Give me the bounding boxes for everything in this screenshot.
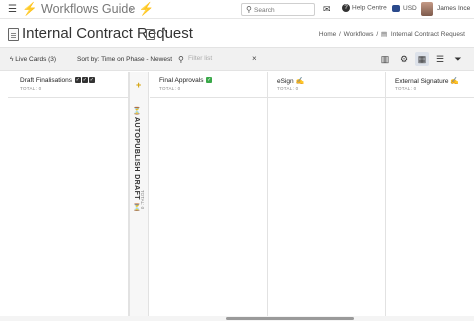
top-bar: ☰ ⚡ Workflows Guide ⚡ › ⚲ ✉ ?Help Centre… — [0, 0, 474, 19]
bolt-icon: ϟ — [10, 56, 14, 63]
gear-icon[interactable]: ⚙ — [397, 52, 411, 66]
scrollbar-thumb[interactable] — [226, 317, 354, 320]
search-icon: ⚲ — [178, 55, 184, 64]
checkbox-icon: ✓ — [88, 77, 95, 84]
breadcrumb-doc-icon: ▤ — [380, 31, 388, 38]
column-final-approvals: Final Approvals ✓ TOTAL: 0 — [150, 72, 268, 318]
column-total: TOTAL: 0 — [159, 86, 181, 91]
column-total: TOTAL: 0 — [395, 86, 417, 91]
filter-input[interactable]: Filter list — [188, 55, 212, 62]
document-icon — [8, 28, 19, 41]
column-title: Final Approvals ✓ — [159, 77, 213, 84]
checkbox-icon: ✓ — [81, 77, 88, 84]
chevron-right-icon[interactable]: › — [130, 4, 133, 14]
filter-funnel-icon[interactable]: ⏷ — [451, 52, 465, 66]
column-title: External Signature ✍ — [395, 78, 460, 85]
currency-label[interactable]: USD — [403, 5, 417, 12]
clear-filter-icon[interactable]: × — [252, 54, 257, 63]
checkbox-icon: ✓ — [74, 77, 81, 84]
help-icon: ? — [342, 4, 350, 12]
avatar[interactable] — [421, 2, 433, 16]
column-header[interactable]: External Signature ✍ TOTAL: 0 — [386, 72, 474, 98]
collapsed-column-title: ⏳ AUTOPUBLISH DRAFT ⏳ — [133, 106, 140, 212]
app-title[interactable]: ⚡ Workflows Guide ⚡ — [22, 2, 154, 17]
column-external-signature: External Signature ✍ TOTAL: 0 — [386, 72, 474, 318]
user-name[interactable]: James Ince — [437, 5, 470, 12]
column-draft-finalisations: Draft Finalisations ✓ ✓ ✓ TOTAL: 0 — [8, 72, 129, 318]
column-header[interactable]: eSign ✍ TOTAL: 0 — [268, 72, 385, 98]
column-title: Draft Finalisations ✓ ✓ ✓ — [20, 77, 95, 84]
column-total: TOTAL: 0 — [277, 86, 299, 91]
mail-icon[interactable]: ✉ — [323, 4, 331, 15]
document-icon[interactable] — [146, 29, 155, 40]
search-input[interactable] — [254, 5, 312, 15]
column-header[interactable]: Final Approvals ✓ TOTAL: 0 — [150, 72, 267, 98]
collapsed-column-autopublish-draft[interactable]: + ⏳ AUTOPUBLISH DRAFT ⏳ TOTAL: 0 — [129, 72, 149, 318]
add-card-icon[interactable]: + — [136, 80, 141, 90]
board-view-icon[interactable]: ▦ — [415, 52, 429, 66]
breadcrumb-workflows[interactable]: Workflows — [344, 31, 374, 38]
column-header[interactable]: Draft Finalisations ✓ ✓ ✓ TOTAL: 0 — [8, 72, 128, 98]
column-esign: eSign ✍ TOTAL: 0 — [268, 72, 386, 318]
board-toolbar: ϟ Live Cards (3) Sort by: Time on Phase … — [0, 47, 474, 71]
column-total: TOTAL: 0 — [20, 86, 42, 91]
column-title: eSign ✍ — [277, 78, 305, 85]
breadcrumb-current: Internal Contract Request — [390, 31, 465, 38]
hamburger-icon[interactable]: ☰ — [8, 4, 17, 15]
live-cards-label: Live Cards (3) — [15, 56, 57, 63]
kanban-board: Draft Finalisations ✓ ✓ ✓ TOTAL: 0 + ⏳ AUT… — [8, 72, 474, 318]
breadcrumb: Home / Workflows / ▤ Internal Contract R… — [318, 31, 465, 38]
pen-icon: ✍ — [295, 78, 305, 85]
sort-dropdown[interactable]: Sort by: Time on Phase - Newest — [77, 56, 172, 63]
pen-icon: ✍ — [450, 78, 460, 85]
list-view-icon[interactable]: ☰ — [433, 52, 447, 66]
breadcrumb-home[interactable]: Home — [319, 31, 336, 38]
columns-view-icon[interactable]: ▥ — [378, 52, 392, 66]
currency-flag-icon[interactable] — [392, 5, 400, 12]
check-mark-icon: ✓ — [206, 77, 213, 84]
column-total: TOTAL: 0 — [140, 190, 145, 210]
help-label: Help Centre — [352, 4, 387, 12]
search-icon: ⚲ — [246, 5, 252, 14]
search-box[interactable]: ⚲ — [241, 3, 315, 16]
live-cards-button[interactable]: ϟ Live Cards (3) — [10, 56, 56, 63]
help-centre-link[interactable]: ? Help Centre — [342, 4, 387, 12]
mouse-cursor-icon: ↖ — [161, 25, 169, 35]
